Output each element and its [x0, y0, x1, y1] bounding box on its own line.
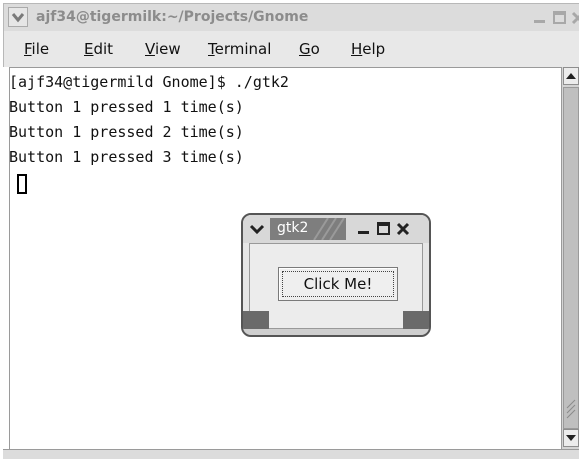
minimize-button[interactable]	[532, 10, 548, 26]
vertical-scrollbar[interactable]	[561, 67, 579, 449]
gtk2-window-frame: gtk2 Click Me!	[241, 213, 431, 337]
menu-go[interactable]: Go	[299, 40, 320, 58]
close-icon	[396, 222, 410, 236]
close-icon	[571, 11, 579, 25]
click-me-button[interactable]: Click Me!	[278, 267, 398, 301]
chevron-down-icon	[11, 13, 25, 23]
maximize-icon	[553, 11, 566, 24]
window-bottom-edge	[3, 449, 579, 459]
arrow-up-icon	[566, 73, 576, 79]
menu-help[interactable]: Help	[351, 40, 385, 58]
chevron-down-icon	[249, 224, 265, 235]
maximize-button[interactable]	[552, 10, 568, 26]
gtk2-window: gtk2 Click Me!	[241, 213, 431, 338]
gtk2-bottom-frame[interactable]	[243, 329, 429, 335]
terminal-line: Button 1 pressed 1 time(s)	[9, 98, 244, 116]
minimize-icon	[358, 231, 369, 234]
gtk2-maximize-button[interactable]	[376, 221, 392, 237]
menu-edit[interactable]: Edit	[84, 40, 113, 58]
gtk2-titlebar[interactable]: gtk2	[243, 215, 429, 243]
scrollbar-thumb[interactable]	[563, 87, 579, 429]
menu-view[interactable]: View	[145, 40, 181, 58]
click-me-label: Click Me!	[303, 275, 373, 293]
window-title: ajf34@tigermilk:~/Projects/Gnome	[36, 9, 309, 25]
gtk2-minimize-button[interactable]	[356, 221, 372, 237]
terminal-line: Button 1 pressed 2 time(s)	[9, 123, 244, 141]
resize-grip-icon	[566, 399, 576, 419]
menu-terminal[interactable]: Terminal	[208, 40, 271, 58]
arrow-down-icon	[566, 435, 576, 441]
terminal-line: Button 1 pressed 3 time(s)	[9, 148, 244, 166]
gtk2-window-title: gtk2	[277, 220, 309, 236]
close-button[interactable]	[570, 10, 579, 26]
menubar: File Edit View Terminal Go Help	[3, 31, 579, 67]
text-cursor	[17, 174, 27, 194]
window-menu-button[interactable]	[8, 7, 28, 27]
gtk2-close-button[interactable]	[395, 221, 411, 237]
maximize-icon	[377, 222, 390, 235]
scroll-up-button[interactable]	[563, 67, 579, 85]
gtk2-window-menu-button[interactable]	[247, 219, 267, 239]
minimize-icon	[534, 20, 545, 23]
terminal-titlebar[interactable]: ajf34@tigermilk:~/Projects/Gnome	[3, 3, 579, 31]
scroll-down-button[interactable]	[563, 429, 579, 447]
menu-file[interactable]: File	[24, 40, 49, 58]
gtk2-window-body: Click Me!	[249, 243, 423, 329]
terminal-line: [ajf34@tigermild Gnome]$ ./gtk2	[9, 73, 289, 91]
